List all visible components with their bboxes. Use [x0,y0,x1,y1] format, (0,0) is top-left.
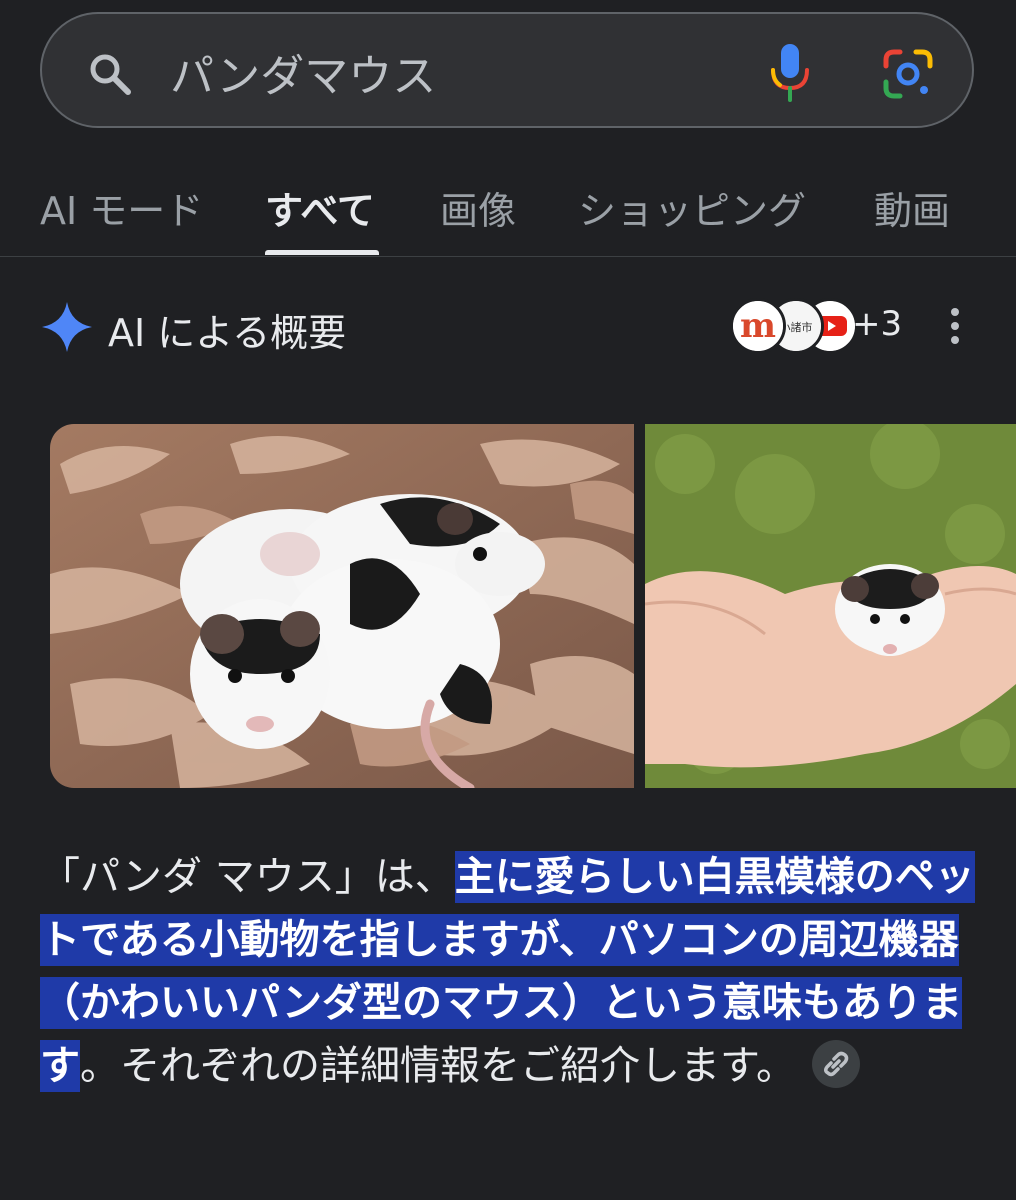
search-icon[interactable] [86,50,134,98]
search-bar[interactable]: パンダマウス [40,12,974,128]
mercari-logo-icon[interactable]: m [730,298,786,354]
active-tab-indicator [265,250,379,255]
search-tabs: AI モード すべて 画像 ショッピング 動画 [0,150,1016,257]
search-input[interactable]: パンダマウス [170,40,436,104]
sparkle-icon [42,302,92,352]
summary-outro: 。それぞれの詳細情報をご紹介します。 [80,1043,796,1089]
ai-overview-header: AI による概要 小諸市 m +3 [0,296,1016,360]
tab-shopping[interactable]: ショッピング [578,180,806,235]
ai-overview-title: AI による概要 [108,311,347,355]
more-options-icon[interactable] [944,306,966,346]
panda-mouse-on-hand-image[interactable] [645,424,1016,788]
summary-intro: 「パンダ マウス」は、 [40,854,455,900]
tab-images[interactable]: 画像 [440,180,516,235]
tab-all[interactable]: すべて [265,180,375,235]
tab-ai-mode[interactable]: AI モード [40,180,203,235]
tab-videos[interactable]: 動画 [874,180,950,235]
source-link-button[interactable] [812,1040,860,1088]
more-sources-count[interactable]: +3 [852,304,902,344]
microphone-icon[interactable] [766,42,814,104]
panda-mice-in-bedding-image[interactable] [50,424,634,788]
source-avatars[interactable]: 小諸市 m [730,298,858,354]
ai-overview-summary: 「パンダ マウス」は、主に愛らしい白黒模様のペットである小動物を指しますが、パソ… [40,846,980,1098]
link-icon [823,1051,849,1077]
mercari-logo-text: m [740,306,776,346]
google-lens-icon[interactable] [882,48,934,100]
